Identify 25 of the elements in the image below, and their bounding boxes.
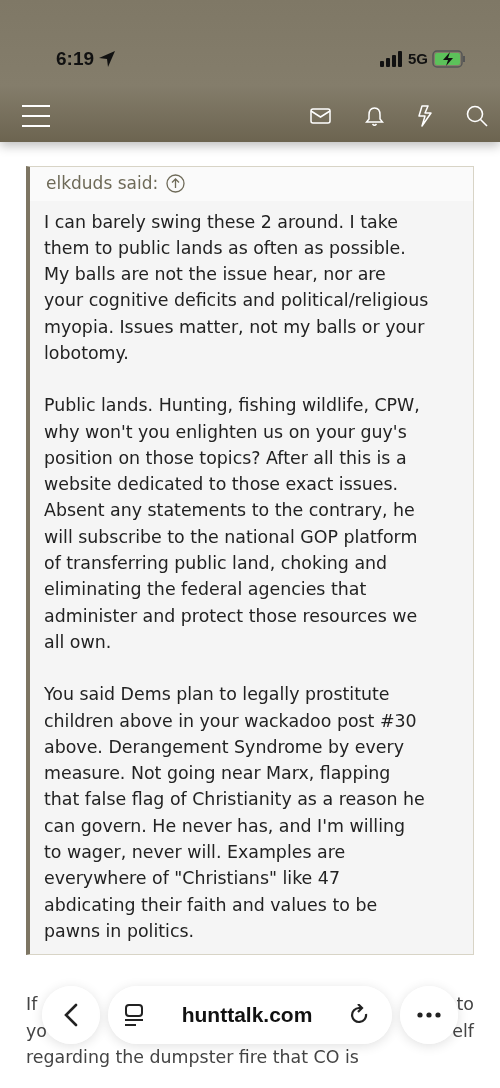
tabs-icon[interactable] <box>124 1004 144 1026</box>
quote-paragraph: You said Dems plan to legally prostitute children above in your wackadoo post #30 above. Derangement Syndrome by every measure. Not going near Marx, flapping that false flag of Christianity as a reason he can govern. He never has, and I'm willing to wager, never will. Examples are everywhere of "Christians" like 47 abdicating their faith and values to be pawns in politics. <box>44 683 426 943</box>
clock-time: 6:19 <box>56 46 95 71</box>
address-bar[interactable]: hunttalk.com <box>108 986 392 1044</box>
signal-icon <box>380 51 404 67</box>
bell-icon[interactable] <box>365 105 384 127</box>
reply-text-fragment: elf <box>452 1019 474 1043</box>
quote-paragraph: Public lands. Hunting, fishing wildlife, CPW, why won't you enlighten us on your guy's position on those topics? After all this is a website dedicated to those exact issues. Absent any statements to the contrary, he will subscribe to the national GOP platform of transferring public land, choking and eliminating the federal agencies that administer and protect those resources we all own. <box>44 394 421 654</box>
reload-icon[interactable] <box>350 1004 370 1026</box>
menu-icon[interactable] <box>22 104 50 128</box>
reply-text-fragment: yo <box>26 1019 47 1043</box>
location-arrow-icon <box>98 50 117 68</box>
quote-paragraph: I can barely swing these 2 around. I take them to public lands as often as possible. My balls are not the issue hear, nor are your cognitive deficits and political/religious myopia. Issues matter, not my balls or your lobotomy. <box>44 210 430 365</box>
network-label: 5G <box>408 48 428 69</box>
lightning-icon[interactable] <box>418 105 432 127</box>
search-icon[interactable] <box>466 105 488 127</box>
quote-author: elkduds said: <box>46 172 159 195</box>
battery-charging-icon <box>432 50 466 68</box>
reply-text-fragment: to <box>456 993 474 1017</box>
reply-text-fragment: If <box>26 993 38 1017</box>
back-icon <box>64 1003 78 1027</box>
envelope-icon[interactable] <box>310 108 331 124</box>
url-text: hunttalk.com <box>181 1002 313 1029</box>
reply-text-line: regarding the dumpster fire that CO is <box>26 1046 359 1067</box>
more-icon <box>417 1012 441 1018</box>
